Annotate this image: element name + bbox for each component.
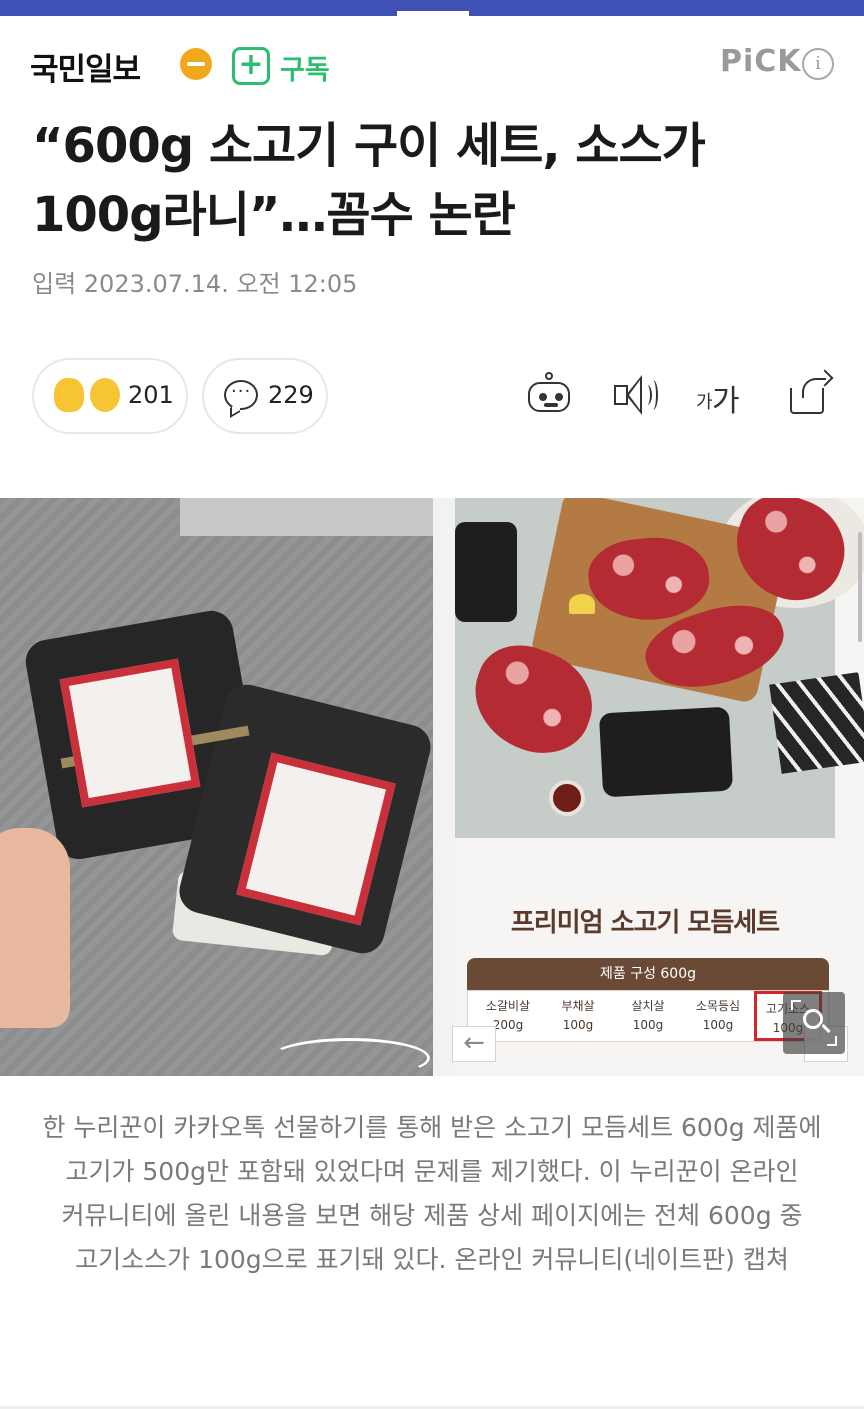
- robot-eye: [539, 393, 547, 401]
- spec-item-weight: 100g: [562, 1018, 594, 1032]
- promo-title: 프리미엄 소고기 모듬세트: [510, 908, 780, 938]
- spec-item: 소목등심 100g: [684, 991, 752, 1041]
- spec-item-name: 소목등심: [695, 999, 741, 1013]
- photo-packages: [0, 498, 433, 1076]
- lemon: [569, 594, 595, 614]
- publisher-logo[interactable]: 국민일보: [30, 44, 141, 89]
- spec-item-name: 소갈비살: [485, 999, 531, 1013]
- robot-head: [528, 382, 570, 412]
- sauce-dish: [549, 780, 585, 816]
- font-size-icon-large: 가: [712, 384, 740, 419]
- spec-item: 부채살 100g: [544, 991, 612, 1041]
- spec-item-name: 부채살: [561, 999, 595, 1013]
- status-bar: [0, 0, 864, 16]
- info-icon[interactable]: i: [802, 48, 834, 80]
- spec-header: 제품 구성 600g: [467, 958, 829, 990]
- comment-count: 229: [268, 381, 314, 409]
- product-label: [59, 658, 201, 808]
- image-caption: 한 누리꾼이 카카오톡 선물하기를 통해 받은 소고기 모듬세트 600g 제품…: [42, 1113, 822, 1274]
- spec-table: 소갈비살 200g 부채살 100g 살치살 100g 소목등심 100g 고기…: [467, 990, 829, 1042]
- subscribe-button[interactable]: 구독: [280, 48, 330, 87]
- robot-icon: [545, 372, 553, 380]
- robot-mouth: [544, 403, 558, 407]
- spec-item-weight: 100g: [632, 1018, 664, 1032]
- spec-item-name: 살치살: [631, 999, 665, 1013]
- smile-icon: [90, 378, 120, 412]
- spec-item-weight: 100g: [702, 1018, 734, 1032]
- font-size-button[interactable]: 가 가: [696, 372, 756, 419]
- summary-bot-button[interactable]: [524, 372, 574, 418]
- comment-button[interactable]: 229: [202, 358, 328, 434]
- pick-label: PiCK: [720, 44, 802, 79]
- tab-indicator: [397, 11, 469, 16]
- share-button[interactable]: [786, 369, 836, 418]
- article-title: “600g 소고기 구이 세트, 소스가 100g라니”…꼼수 논란: [32, 118, 706, 243]
- article-header: 국민일보 + 구독 PiCK i: [0, 38, 864, 90]
- photo-product-page: 프리미엄 소고기 모듬세트 제품 구성 600g 소갈비살 200g 부채살 1…: [455, 498, 864, 1076]
- reaction-button[interactable]: 201: [32, 358, 188, 434]
- scrollbar[interactable]: [858, 532, 862, 642]
- magnifier-lens: [803, 1009, 823, 1029]
- reaction-count: 201: [128, 381, 174, 409]
- publisher-logo-icon: [180, 48, 212, 80]
- magnifier-handle: [821, 1023, 831, 1034]
- cable: [270, 1038, 430, 1076]
- article-dateline: 입력 2023.07.14. 오전 12:05: [32, 270, 358, 298]
- meat-package: [598, 706, 734, 798]
- font-size-icon: 가: [696, 392, 713, 413]
- zoom-corner: [791, 1000, 801, 1010]
- hand: [0, 828, 70, 1028]
- sound-wave: [648, 380, 658, 410]
- listen-button[interactable]: [612, 372, 662, 418]
- photo-wall: [180, 498, 433, 536]
- robot-eye: [555, 393, 563, 401]
- product-photo: [455, 498, 864, 838]
- spec-item: 살치살 100g: [614, 991, 682, 1041]
- speaker-cone-inner: [629, 380, 640, 410]
- zoom-icon[interactable]: [783, 992, 845, 1054]
- sauce-packets: [769, 672, 864, 774]
- meat-package: [455, 522, 517, 622]
- arrow-left-icon[interactable]: ←: [452, 1026, 496, 1062]
- article-image[interactable]: 프리미엄 소고기 모듬세트 제품 구성 600g 소갈비살 200g 부채살 1…: [0, 498, 864, 1076]
- thumbs-up-icon: [54, 378, 84, 412]
- zoom-corner: [827, 1036, 837, 1046]
- plus-icon[interactable]: +: [232, 47, 270, 85]
- comment-icon: [224, 380, 258, 410]
